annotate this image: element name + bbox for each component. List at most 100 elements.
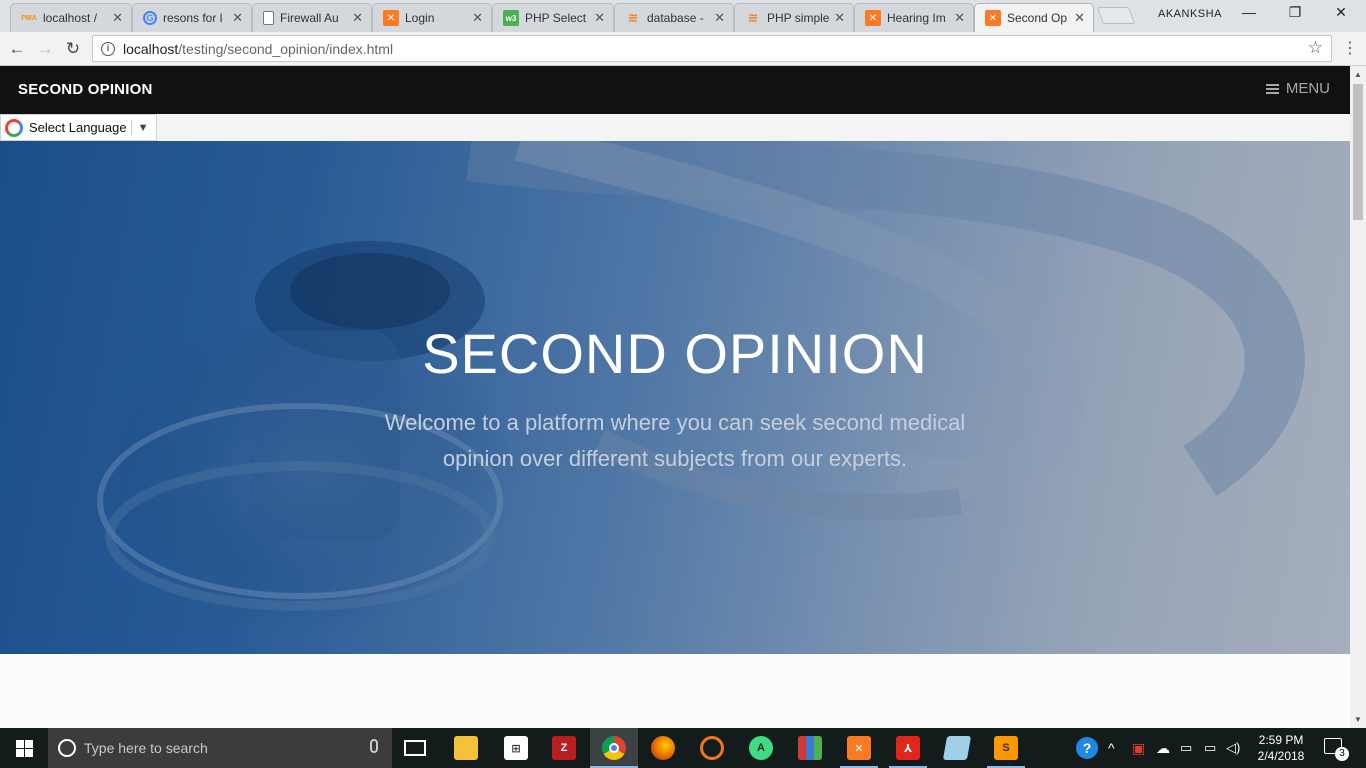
content-section: [0, 654, 1350, 728]
search-placeholder: Type here to search: [84, 740, 208, 756]
winrar-icon[interactable]: [798, 736, 822, 760]
xampp-icon[interactable]: ✕: [847, 736, 871, 760]
firefox-icon[interactable]: [651, 736, 675, 760]
volume-icon[interactable]: ◁): [1226, 728, 1240, 768]
tab-localhost[interactable]: PMA localhost / ✕: [10, 3, 132, 32]
tab-title: Hearing Im: [887, 11, 946, 25]
xampp-icon: ✕: [383, 10, 399, 26]
url-host: localhost: [123, 40, 179, 57]
bookmark-star-icon[interactable]: ☆: [1308, 38, 1323, 58]
close-icon[interactable]: ✕: [472, 10, 483, 26]
tab-login[interactable]: ✕ Login ✕: [372, 3, 492, 32]
task-view-icon[interactable]: [404, 740, 426, 756]
tab-title: Login: [405, 11, 435, 25]
notepad-icon[interactable]: [942, 736, 972, 760]
scroll-down-icon[interactable]: ▼: [1354, 715, 1362, 724]
taskbar-clock[interactable]: 2:59 PM 2/4/2018: [1250, 732, 1312, 764]
ubuntu-icon[interactable]: [700, 736, 724, 760]
scrollbar-thumb[interactable]: [1353, 84, 1363, 220]
close-icon[interactable]: ✕: [1074, 10, 1085, 26]
acrobat-icon[interactable]: ⅄: [896, 736, 920, 760]
action-center-icon[interactable]: 3: [1324, 738, 1349, 761]
dropdown-arrow-icon: ▼: [137, 121, 149, 134]
xampp-icon: ✕: [985, 10, 1001, 26]
stethoscope-background-image: [0, 141, 1350, 654]
file-explorer-icon[interactable]: [454, 736, 478, 760]
microphone-icon[interactable]: [370, 739, 378, 753]
close-icon[interactable]: ✕: [834, 10, 845, 26]
reload-icon[interactable]: ↻: [62, 38, 84, 60]
site-navbar: SECOND OPINION MENU: [0, 66, 1350, 114]
maximize-icon[interactable]: ❐: [1272, 4, 1318, 21]
tab-firewall[interactable]: Firewall Au ✕: [252, 3, 372, 32]
more-options-icon[interactable]: ⋮: [1342, 38, 1358, 58]
page-scrollbar[interactable]: ▲ ▼: [1350, 66, 1366, 728]
tab-title: localhost /: [43, 11, 98, 25]
scroll-up-icon[interactable]: ▲: [1354, 70, 1362, 79]
windows-taskbar: Type here to search ⊞ Z A ✕ ⅄ S ? ^ ▣ ☁ …: [0, 728, 1366, 768]
tab-database[interactable]: ≋ database - ✕: [614, 3, 734, 32]
onedrive-icon[interactable]: ☁: [1156, 728, 1170, 768]
tab-google-search[interactable]: G resons for l ✕: [132, 3, 252, 32]
browser-toolbar: ← → ↻ i localhost/testing/second_opinion…: [0, 32, 1366, 66]
close-icon[interactable]: ✕: [714, 10, 725, 26]
close-icon[interactable]: ✕: [352, 10, 363, 26]
browser-tab-strip: PMA localhost / ✕ G resons for l ✕ Firew…: [0, 0, 1366, 32]
language-select-label: Select Language: [29, 120, 127, 135]
url-text[interactable]: localhost/testing/second_opinion/index.h…: [123, 41, 393, 57]
close-icon[interactable]: ✕: [594, 10, 605, 26]
language-select[interactable]: Select Language ▼: [0, 114, 157, 141]
hero-section: SECOND OPINION Welcome to a platform whe…: [0, 141, 1350, 654]
close-icon[interactable]: ✕: [232, 10, 243, 26]
gift-icon[interactable]: ▣: [1132, 728, 1145, 768]
tab-title: PHP Select: [525, 11, 587, 25]
filezilla-icon[interactable]: Z: [552, 736, 576, 760]
new-tab-button[interactable]: [1096, 7, 1136, 24]
minimize-icon[interactable]: —: [1226, 4, 1272, 20]
chevron-up-icon[interactable]: ^: [1108, 728, 1115, 768]
tab-php-simple[interactable]: ≋ PHP simple ✕: [734, 3, 854, 32]
clock-time: 2:59 PM: [1258, 733, 1304, 747]
profile-name[interactable]: AKANKSHA: [1158, 8, 1222, 20]
stackoverflow-icon: ≋: [627, 10, 639, 25]
translate-bar: Select Language ▼: [0, 114, 1350, 141]
hero-title: SECOND OPINION: [422, 322, 928, 385]
document-icon: [263, 11, 274, 25]
tab-title: resons for l: [163, 11, 223, 25]
url-path: /testing/second_opinion/index.html: [178, 40, 394, 57]
clock-date: 2/4/2018: [1257, 749, 1305, 763]
phpmyadmin-icon: PMA: [21, 14, 37, 22]
back-arrow-icon[interactable]: ←: [6, 38, 28, 60]
site-brand[interactable]: SECOND OPINION: [18, 81, 152, 98]
tab-php-select[interactable]: w3 PHP Select ✕: [492, 3, 614, 32]
battery-icon[interactable]: ▭: [1204, 728, 1216, 768]
page-viewport: SECOND OPINION MENU Select Language ▼ SE…: [0, 66, 1366, 728]
network-icon[interactable]: ▭: [1180, 728, 1192, 768]
taskbar-search[interactable]: Type here to search: [48, 728, 392, 768]
close-icon[interactable]: ✕: [112, 10, 123, 26]
chrome-icon[interactable]: [602, 736, 626, 760]
cortana-icon: [58, 739, 76, 757]
windows-logo-icon: [15, 739, 33, 757]
store-icon[interactable]: ⊞: [504, 736, 528, 760]
hero-subtitle: Welcome to a platform where you can seek…: [384, 410, 966, 471]
close-icon[interactable]: ✕: [954, 10, 965, 26]
start-button[interactable]: [0, 728, 48, 768]
tab-second-opinion[interactable]: ✕ Second Op ✕: [974, 3, 1094, 32]
forward-arrow-icon[interactable]: →: [34, 38, 56, 60]
info-icon[interactable]: i: [101, 41, 115, 56]
tab-title: PHP simple: [767, 11, 830, 25]
tab-title: Second Op: [1007, 11, 1068, 25]
notification-count: 3: [1335, 747, 1349, 761]
google-icon: G: [143, 11, 157, 25]
sublime-icon[interactable]: S: [994, 736, 1018, 760]
xampp-icon: ✕: [865, 10, 881, 26]
android-studio-icon[interactable]: A: [749, 736, 773, 760]
close-window-icon[interactable]: ✕: [1318, 4, 1364, 21]
tab-title: database -: [647, 11, 704, 25]
help-icon[interactable]: ?: [1076, 737, 1098, 759]
menu-button[interactable]: MENU: [1265, 80, 1330, 97]
tab-hearing[interactable]: ✕ Hearing Im ✕: [854, 3, 974, 32]
address-bar[interactable]: i localhost/testing/second_opinion/index…: [92, 35, 1332, 62]
tab-title: Firewall Au: [280, 11, 339, 25]
